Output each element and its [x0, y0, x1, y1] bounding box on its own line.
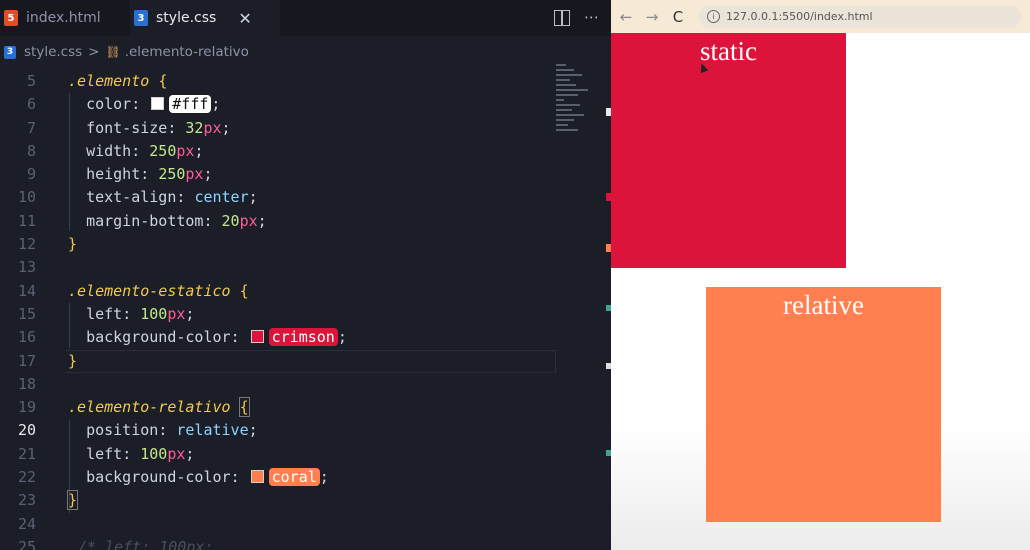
- code-line: 11 margin-bottom: 20px;: [17, 211, 267, 230]
- code-line: 9 height: 250px;: [26, 165, 213, 184]
- split-editor-icon[interactable]: [554, 10, 570, 26]
- reload-icon[interactable]: C: [667, 8, 689, 26]
- code-editor[interactable]: 5 index.html 3 style.css ✕ ⋯ 3 style.css…: [0, 0, 611, 550]
- relative-element-box: relative: [706, 287, 941, 522]
- code-line: 24: [17, 514, 36, 533]
- code-line: 18: [17, 374, 36, 393]
- color-swatch-coral[interactable]: [250, 470, 264, 484]
- breadcrumb: 3 style.css > ⛓ .elemento-relativo: [0, 40, 249, 64]
- code-line: 7 font-size: 32px;: [26, 118, 231, 137]
- code-line: 25/* left: 100px;: [17, 537, 214, 550]
- editor-actions: ⋯: [554, 8, 599, 26]
- tab-label: index.html: [26, 10, 101, 26]
- info-icon[interactable]: i: [707, 10, 720, 23]
- static-box-label: static: [700, 36, 757, 66]
- color-swatch-crimson[interactable]: [250, 330, 264, 344]
- code-line: 10 text-align: center;: [17, 188, 258, 207]
- relative-box-label: relative: [783, 290, 864, 320]
- browser-window: ← → C i 127.0.0.1:5500/index.html static…: [611, 0, 1030, 550]
- color-swatch-white[interactable]: [151, 97, 165, 111]
- code-line: 22 background-color: coral;: [17, 468, 329, 487]
- code-line: 12}: [17, 235, 78, 254]
- symbol-icon: ⛓: [105, 45, 121, 59]
- code-area[interactable]: 5 .elemento { 6 color: #fff; 7 font-size:…: [0, 70, 560, 550]
- code-line: 16 background-color: crimson;: [17, 328, 347, 347]
- code-line: 14 .elemento-estatico {: [17, 281, 249, 300]
- code-line: 13: [17, 258, 36, 277]
- breadcrumb-file[interactable]: style.css: [24, 44, 82, 60]
- code-line: 6 color: #fff;: [26, 95, 221, 114]
- code-line-current: 20 position: relative;: [17, 421, 258, 440]
- address-bar[interactable]: i 127.0.0.1:5500/index.html: [699, 5, 1021, 28]
- css3-icon: 3: [134, 10, 148, 26]
- breadcrumb-separator: >: [88, 44, 100, 60]
- editor-tab-bar: 5 index.html 3 style.css ✕ ⋯: [0, 0, 611, 36]
- forward-arrow-icon[interactable]: →: [641, 8, 663, 26]
- breadcrumb-symbol[interactable]: .elemento-relativo: [125, 44, 249, 60]
- tab-index-html[interactable]: 5 index.html: [0, 0, 130, 36]
- back-arrow-icon[interactable]: ←: [615, 8, 637, 26]
- static-element-box: static: [611, 33, 846, 268]
- more-actions-icon[interactable]: ⋯: [584, 8, 599, 26]
- code-line: 17}: [17, 351, 78, 370]
- url-text: 127.0.0.1:5500/index.html: [726, 10, 873, 23]
- browser-toolbar: ← → C i 127.0.0.1:5500/index.html: [611, 0, 1030, 33]
- tab-style-css[interactable]: 3 style.css ✕: [130, 0, 280, 36]
- html5-icon: 5: [4, 10, 18, 26]
- code-line: 15 left: 100px;: [17, 304, 195, 323]
- code-line: 21 left: 100px;: [17, 444, 195, 463]
- code-line: 5 .elemento {: [26, 72, 168, 90]
- close-icon[interactable]: ✕: [238, 9, 251, 28]
- code-line: 8 width: 250px;: [26, 141, 204, 160]
- page-viewport: static relative: [611, 33, 1030, 550]
- css3-icon: 3: [4, 45, 16, 59]
- tab-label: style.css: [156, 10, 217, 26]
- code-line: 19 .elemento-relativo {: [17, 397, 250, 418]
- code-line: 23}: [17, 490, 79, 511]
- minimap[interactable]: [556, 64, 604, 184]
